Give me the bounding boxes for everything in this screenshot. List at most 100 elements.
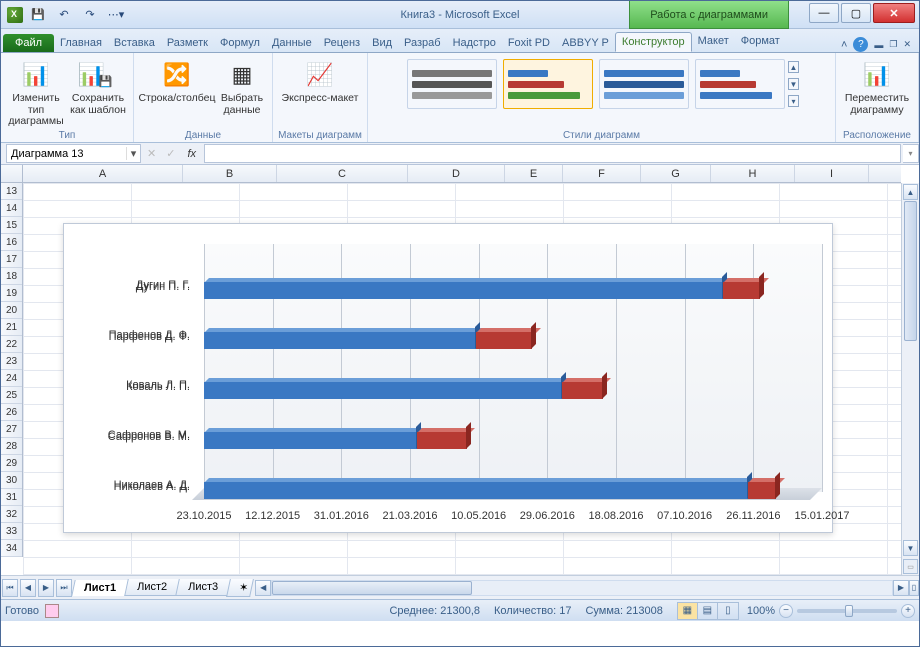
style-scroll-down-icon[interactable]: ▼ [788, 78, 799, 90]
row-header[interactable]: 15 [1, 217, 22, 234]
close-button[interactable]: ✕ [873, 3, 915, 23]
vsplit-handle[interactable]: ▭ [903, 559, 918, 574]
vscroll-thumb[interactable] [904, 201, 917, 341]
select-data-button[interactable]: ▦ Выбрать данные [216, 55, 268, 116]
column-header[interactable]: A [23, 165, 183, 182]
name-box-dropdown-icon[interactable]: ▾ [126, 147, 140, 160]
chart-style-3[interactable] [599, 59, 689, 109]
bar-series2[interactable] [476, 329, 532, 349]
column-header[interactable]: D [408, 165, 505, 182]
zoom-control[interactable]: 100% − + [747, 604, 915, 618]
enter-formula-icon[interactable]: ✓ [162, 147, 179, 160]
qat-save-button[interactable]: 💾 [27, 4, 49, 26]
scroll-right-icon[interactable]: ▶ [893, 580, 909, 596]
bar-series2[interactable] [723, 279, 760, 299]
row-header[interactable]: 30 [1, 472, 22, 489]
row-header[interactable]: 17 [1, 251, 22, 268]
qat-customize-button[interactable]: ⋯▾ [105, 4, 127, 26]
chart-plot-area[interactable]: 23.10.201512.12.201531.01.201621.03.2016… [204, 244, 822, 492]
sheet-nav-prev-icon[interactable]: ◀ [20, 579, 36, 597]
tab-конструктор[interactable]: Конструктор [615, 32, 692, 52]
tab-разметк[interactable]: Разметк [161, 34, 214, 52]
move-chart-button[interactable]: 📊 Переместить диаграмму [840, 55, 914, 116]
chart-style-4[interactable] [695, 59, 785, 109]
bar-series2[interactable] [748, 479, 776, 499]
macro-record-icon[interactable] [45, 604, 59, 618]
tab-реценз[interactable]: Реценз [318, 34, 366, 52]
fx-icon[interactable]: fx [181, 148, 202, 160]
row-header[interactable]: 22 [1, 336, 22, 353]
select-all-button[interactable] [1, 165, 23, 183]
row-header[interactable]: 20 [1, 302, 22, 319]
row-header[interactable]: 24 [1, 370, 22, 387]
zoom-in-icon[interactable]: + [901, 604, 915, 618]
horizontal-scrollbar[interactable]: ◀ ▶ ▯ [255, 580, 919, 596]
ribbon-minimize-icon[interactable]: ˄ [841, 39, 847, 51]
scroll-left-icon[interactable]: ◀ [255, 580, 271, 596]
sheet-tab[interactable]: Лист2 [124, 579, 182, 596]
tab-вид[interactable]: Вид [366, 34, 398, 52]
vertical-scrollbar[interactable]: ▲ ▼ ▭ [901, 183, 919, 575]
style-gallery-expand-icon[interactable]: ▾ [788, 95, 799, 107]
embedded-chart[interactable]: 23.10.201512.12.201531.01.201621.03.2016… [63, 223, 833, 533]
column-headers[interactable]: ABCDEFGHI [23, 165, 901, 183]
tab-foxit pd[interactable]: Foxit PD [502, 34, 556, 52]
cancel-formula-icon[interactable]: ✕ [143, 147, 160, 160]
bar-series1[interactable] [204, 429, 417, 449]
sheet-tab[interactable]: Лист3 [175, 579, 233, 596]
row-header[interactable]: 33 [1, 523, 22, 540]
column-header[interactable]: G [641, 165, 711, 182]
row-header[interactable]: 23 [1, 353, 22, 370]
tab-file[interactable]: Файл [3, 34, 54, 52]
switch-row-column-button[interactable]: 🔀 Строка/столбец [138, 55, 216, 116]
bar-series1[interactable] [204, 279, 723, 299]
tab-вставка[interactable]: Вставка [108, 34, 161, 52]
view-normal-icon[interactable]: ▦ [678, 603, 698, 619]
tab-разраб[interactable]: Разраб [398, 34, 447, 52]
row-header[interactable]: 25 [1, 387, 22, 404]
scroll-up-icon[interactable]: ▲ [903, 184, 918, 200]
column-header[interactable]: E [505, 165, 563, 182]
tab-формат[interactable]: Формат [735, 32, 786, 52]
cells-grid[interactable]: 23.10.201512.12.201531.01.201621.03.2016… [23, 183, 901, 575]
bar-series1[interactable] [204, 479, 748, 499]
maximize-button[interactable]: ▢ [841, 3, 871, 23]
bar-series1[interactable] [204, 379, 562, 399]
row-header[interactable]: 18 [1, 268, 22, 285]
column-header[interactable]: B [183, 165, 277, 182]
minimize-button[interactable]: — [809, 3, 839, 23]
row-header[interactable]: 27 [1, 421, 22, 438]
new-sheet-button[interactable]: ✶ [226, 579, 254, 597]
row-header[interactable]: 21 [1, 319, 22, 336]
qat-undo-button[interactable]: ↶ [53, 4, 75, 26]
mdi-minimize-icon[interactable]: ▬ [874, 40, 883, 50]
chart-style-1[interactable] [407, 59, 497, 109]
bar-series2[interactable] [562, 379, 602, 399]
column-header[interactable]: C [277, 165, 408, 182]
save-as-template-button[interactable]: 📊💾 Сохранить как шаблон [67, 55, 129, 128]
view-page-icon[interactable]: ▤ [698, 603, 718, 619]
row-header[interactable]: 14 [1, 200, 22, 217]
row-header[interactable]: 13 [1, 183, 22, 200]
row-header[interactable]: 34 [1, 540, 22, 557]
tab-данные[interactable]: Данные [266, 34, 318, 52]
scroll-down-icon[interactable]: ▼ [903, 540, 918, 556]
view-switcher[interactable]: ▦ ▤ ▯ [677, 602, 739, 620]
sheet-nav-first-icon[interactable]: ⏮ [2, 579, 18, 597]
formula-bar-expand-icon[interactable]: ▾ [903, 144, 919, 163]
tab-надстро[interactable]: Надстро [447, 34, 502, 52]
row-header[interactable]: 16 [1, 234, 22, 251]
quick-layout-button[interactable]: 📈 Экспресс-макет [277, 55, 363, 105]
zoom-out-icon[interactable]: − [779, 604, 793, 618]
hsplit-handle[interactable]: ▯ [909, 580, 919, 596]
column-header[interactable]: H [711, 165, 795, 182]
tab-макет[interactable]: Макет [692, 32, 735, 52]
tab-формул[interactable]: Формул [214, 34, 266, 52]
view-break-icon[interactable]: ▯ [718, 603, 738, 619]
name-box[interactable]: Диаграмма 13 ▾ [6, 144, 141, 163]
mdi-restore-icon[interactable]: ❐ [889, 39, 897, 50]
bar-series1[interactable] [204, 329, 476, 349]
row-header[interactable]: 29 [1, 455, 22, 472]
chart-styles-scroll[interactable]: ▲ ▼ ▾ [788, 59, 799, 109]
change-chart-type-button[interactable]: 📊 Изменить тип диаграммы [5, 55, 67, 128]
